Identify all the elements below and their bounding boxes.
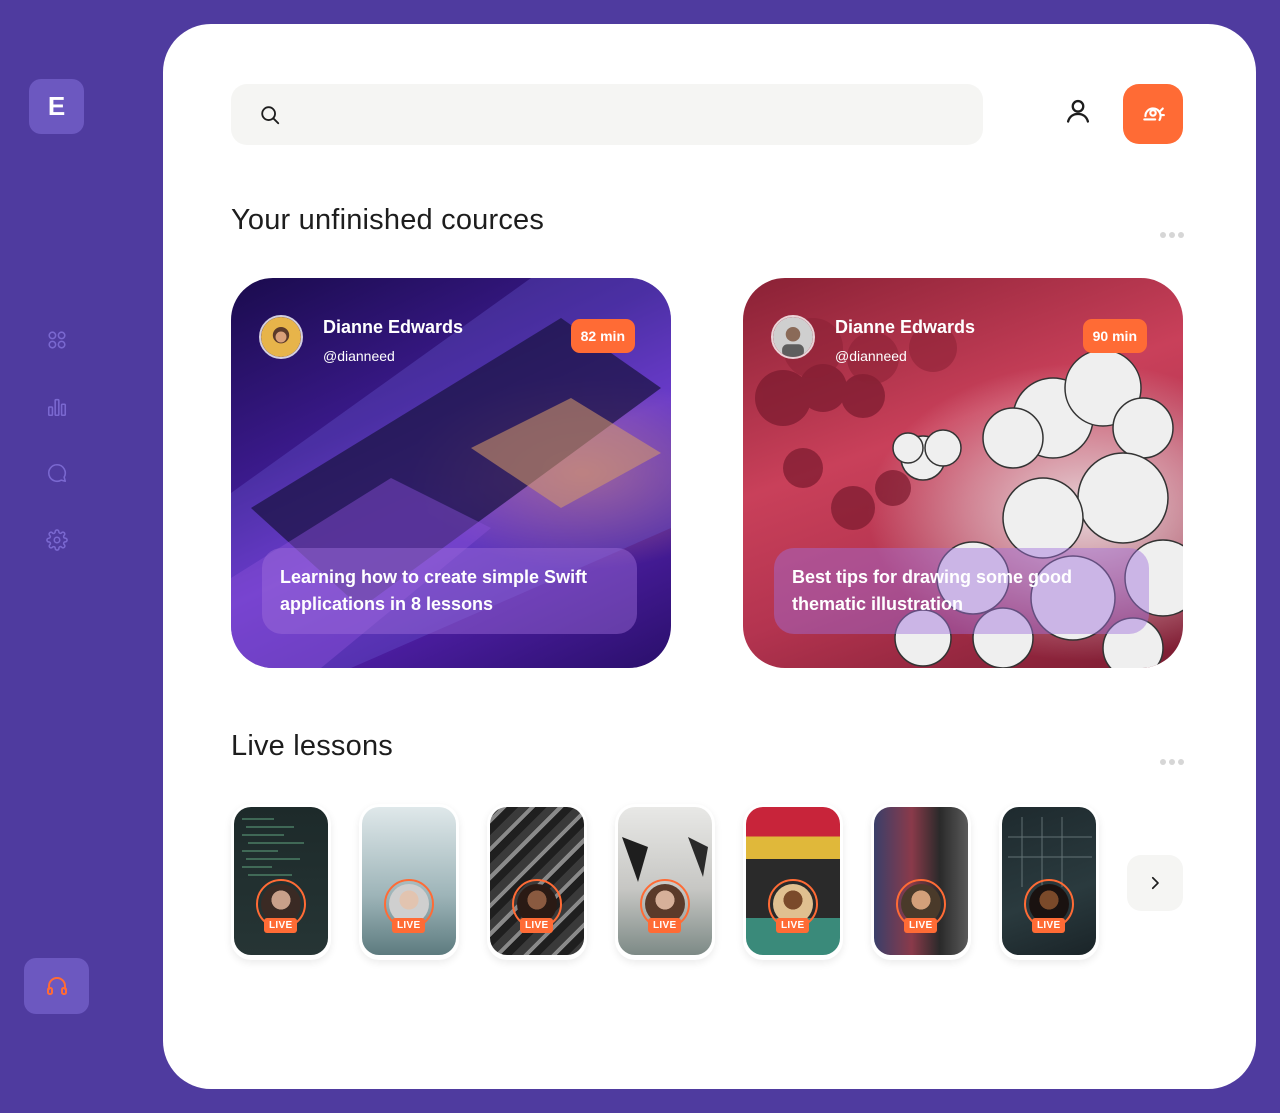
live-lesson-card[interactable]: LIVE: [487, 804, 587, 960]
live-thumbnail: LIVE: [490, 807, 584, 955]
grid-icon[interactable]: [45, 328, 69, 352]
live-thumbnail: LIVE: [618, 807, 712, 955]
chat-icon[interactable]: [45, 461, 69, 485]
live-badge: LIVE: [776, 918, 810, 933]
live-badge: LIVE: [392, 918, 426, 933]
sidebar: E: [0, 0, 163, 1113]
course-title: Learning how to create simple Swift appl…: [262, 548, 637, 634]
live-thumbnail: LIVE: [874, 807, 968, 955]
live-lesson-card[interactable]: LIVE: [743, 804, 843, 960]
live-lesson-card[interactable]: LIVE: [999, 804, 1099, 960]
live-thumbnail: LIVE: [746, 807, 840, 955]
chevron-right-icon: [1151, 876, 1159, 890]
next-button[interactable]: [1127, 855, 1183, 911]
duration-badge: 90 min: [1082, 319, 1147, 353]
live-more-button[interactable]: [1160, 755, 1184, 769]
main-panel: Your unfinished cources Dianne Edwards @…: [163, 24, 1256, 1089]
live-badge: LIVE: [1032, 918, 1066, 933]
duration-badge: 82 min: [570, 319, 635, 353]
bell-icon: [1143, 107, 1165, 122]
settings-icon[interactable]: [45, 528, 69, 552]
notification-button[interactable]: [1123, 84, 1183, 144]
live-lesson-card[interactable]: LIVE: [871, 804, 971, 960]
live-lesson-card[interactable]: LIVE: [231, 804, 331, 960]
course-title: Best tips for drawing some good thematic…: [774, 548, 1149, 634]
search-bar[interactable]: [231, 84, 983, 145]
author-name: Dianne Edwards: [835, 317, 976, 337]
live-thumbnail: LIVE: [362, 807, 456, 955]
live-thumbnail: LIVE: [234, 807, 328, 955]
search-input[interactable]: [295, 94, 975, 135]
author-handle: @dianneed: [835, 348, 907, 364]
live-badge: LIVE: [264, 918, 298, 933]
support-button[interactable]: [24, 958, 89, 1014]
courses-more-button[interactable]: [1160, 228, 1184, 242]
live-lesson-card[interactable]: LIVE: [359, 804, 459, 960]
courses-section-title: Your unfinished cources: [231, 204, 545, 236]
course-card[interactable]: Dianne Edwards @dianneed 82 min Learning…: [231, 278, 671, 668]
live-badge: LIVE: [904, 918, 938, 933]
author-avatar: [259, 315, 303, 359]
app-logo[interactable]: E: [29, 79, 84, 134]
course-card[interactable]: Dianne Edwards @dianneed 90 min Best tip…: [743, 278, 1183, 668]
live-badge: LIVE: [520, 918, 554, 933]
bar-chart-icon[interactable]: [45, 395, 69, 419]
live-lesson-card[interactable]: LIVE: [615, 804, 715, 960]
headphones-icon: [46, 977, 67, 995]
search-icon: [261, 105, 280, 124]
user-icon[interactable]: [1061, 94, 1095, 128]
live-section-title: Live lessons: [231, 730, 393, 762]
author-handle: @dianneed: [323, 348, 395, 364]
live-thumbnail: LIVE: [1002, 807, 1096, 955]
author-avatar: [771, 315, 815, 359]
author-name: Dianne Edwards: [323, 317, 464, 337]
live-badge: LIVE: [648, 918, 682, 933]
